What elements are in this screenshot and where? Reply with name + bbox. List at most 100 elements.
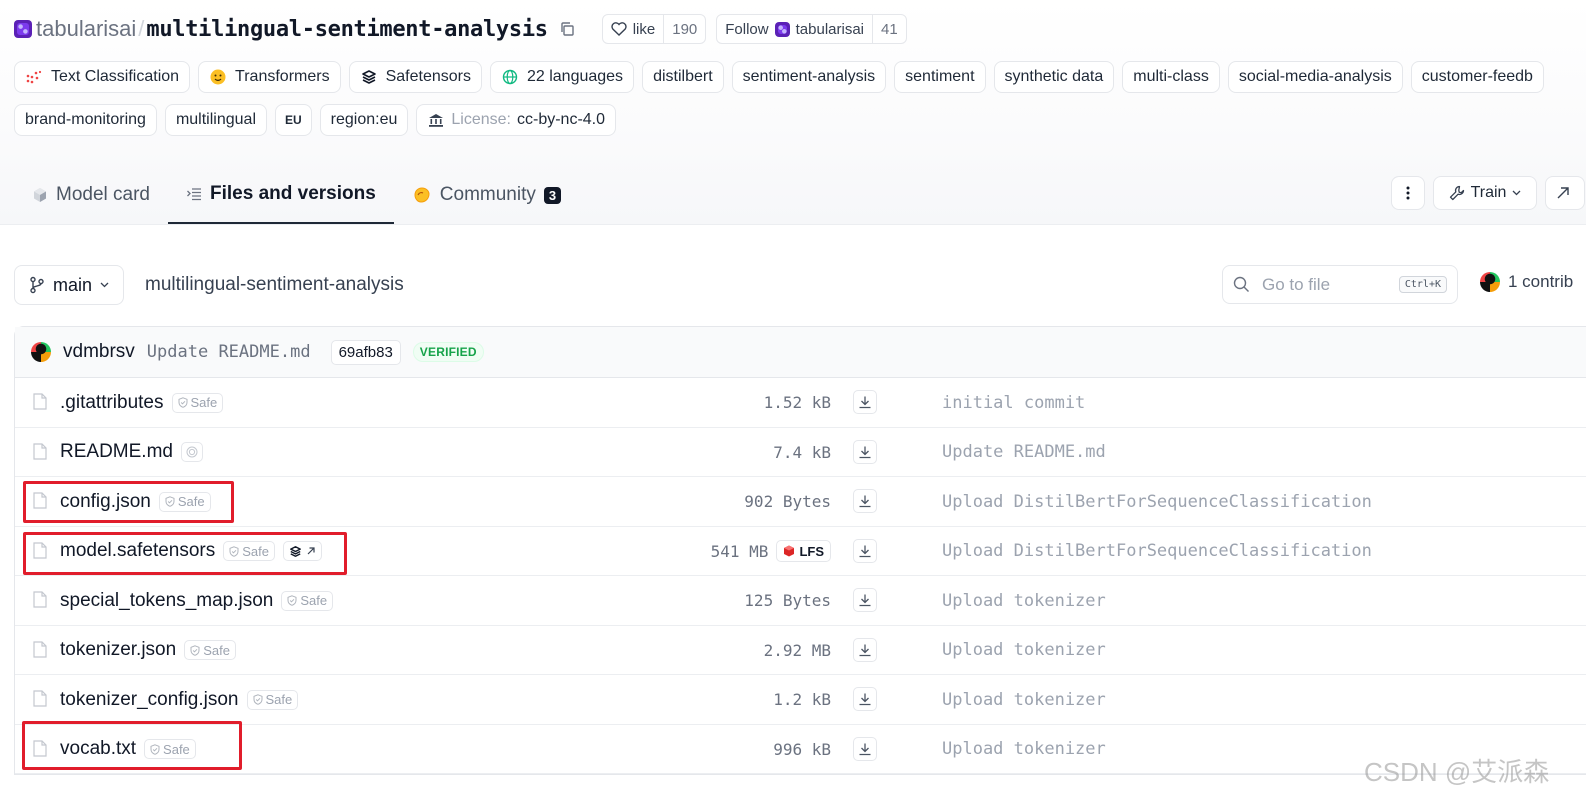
- tab-model-card[interactable]: Model card: [14, 166, 168, 224]
- commit-author-avatar[interactable]: [31, 342, 51, 362]
- file-icon: [33, 492, 47, 509]
- wrench-icon: [1449, 185, 1464, 201]
- chevron-down-icon: [1512, 190, 1521, 196]
- shield-check-icon: [150, 743, 160, 755]
- scan-pending-badge[interactable]: [180, 442, 203, 462]
- path-separator: /: [138, 16, 145, 41]
- file-name-link[interactable]: tokenizer_config.json: [60, 689, 239, 711]
- download-button[interactable]: [853, 736, 877, 761]
- file-commit-message[interactable]: Upload tokenizer: [942, 576, 1106, 625]
- download-button[interactable]: [853, 489, 877, 513]
- commit-sha[interactable]: 69afb83: [330, 339, 401, 365]
- org-name-link[interactable]: tabularisai: [36, 16, 136, 42]
- download-icon: [858, 742, 872, 756]
- file-size: 125 Bytes: [744, 591, 831, 610]
- tag-label: sentiment-analysis: [742, 68, 876, 85]
- safe-badge[interactable]: Safe: [158, 491, 211, 512]
- globe-icon: [501, 68, 519, 86]
- lfs-badge[interactable]: LFS: [776, 540, 831, 562]
- branch-selector[interactable]: main: [14, 265, 125, 305]
- safe-badge[interactable]: Safe: [144, 739, 196, 759]
- file-row: README.md 7.4 kB Update README.md: [15, 428, 1586, 477]
- download-button[interactable]: [853, 390, 877, 414]
- safe-label: Safe: [177, 494, 205, 509]
- file-commit-message[interactable]: Upload DistilBertForSequenceClassificati…: [942, 477, 1372, 526]
- commit-message[interactable]: Update README.md: [147, 342, 311, 362]
- file-commit-message[interactable]: Upload tokenizer: [942, 675, 1106, 724]
- tag-label: multi-class: [1133, 68, 1209, 85]
- file-name-link[interactable]: config.json: [60, 491, 151, 513]
- file-name-link[interactable]: vocab.txt: [60, 738, 136, 760]
- download-icon: [858, 643, 872, 657]
- safe-label: Safe: [190, 395, 218, 410]
- safe-badge[interactable]: Safe: [223, 541, 275, 561]
- tab-label: Files and versions: [210, 183, 376, 204]
- radar-icon: [186, 446, 198, 458]
- tag-label: social-media-analysis: [1238, 68, 1392, 85]
- tag-sentiment[interactable]: sentiment: [894, 61, 986, 93]
- file-row: tokenizer_config.json Safe 1.2 kB Upload to…: [15, 675, 1586, 725]
- file-commit-message[interactable]: Update README.md: [942, 428, 1106, 477]
- tag-multilingual[interactable]: multilingual: [164, 104, 267, 136]
- file-name-link[interactable]: tokenizer.json: [60, 639, 176, 661]
- tab-files-and-versions[interactable]: Files and versions: [168, 166, 394, 224]
- safe-badge[interactable]: Safe: [184, 640, 236, 660]
- tag-languages[interactable]: 22 languages: [489, 61, 635, 93]
- repo-tabs: Model card Files and versions Community …: [14, 166, 579, 224]
- file-size: 541 MB: [710, 541, 769, 561]
- contributors-link[interactable]: 1 contrib: [1480, 272, 1573, 292]
- tag-label: Text Classification: [51, 68, 180, 85]
- tag-label: region:eu: [330, 111, 398, 128]
- org-avatar[interactable]: [14, 20, 32, 38]
- download-button[interactable]: [853, 637, 877, 662]
- file-row: model.safetensors Safe 541 MB LFS Upload Dis…: [15, 527, 1586, 576]
- file-name-link[interactable]: special_tokens_map.json: [60, 590, 273, 612]
- tag-region-eu[interactable]: region:eu: [319, 104, 409, 136]
- more-options-button[interactable]: [1391, 176, 1425, 210]
- tag-safetensors[interactable]: Safetensors: [348, 61, 482, 93]
- file-row: .gitattributes Safe 1.52 kB initial commit: [15, 378, 1586, 428]
- file-size: 1.52 kB: [763, 393, 831, 412]
- deploy-button[interactable]: [1545, 176, 1585, 210]
- contributor-avatar: [1480, 272, 1500, 292]
- train-button[interactable]: Train: [1433, 176, 1537, 210]
- file-name-link[interactable]: model.safetensors: [60, 540, 215, 562]
- tag-eu[interactable]: EU: [275, 104, 312, 136]
- chevron-down-icon: [100, 282, 109, 288]
- download-button[interactable]: [853, 588, 877, 612]
- tag-transformers[interactable]: Transformers: [198, 61, 341, 93]
- copy-icon[interactable]: [558, 20, 576, 38]
- tag-license[interactable]: License: cc-by-nc-4.0: [416, 104, 617, 136]
- file-commit-message[interactable]: Upload tokenizer: [942, 626, 1106, 675]
- safe-badge[interactable]: Safe: [281, 590, 334, 611]
- go-to-file-search[interactable]: Ctrl+K: [1222, 265, 1458, 304]
- tag-synthetic-data[interactable]: synthetic data: [993, 61, 1115, 93]
- tag-text-classification[interactable]: Text Classification: [14, 61, 191, 93]
- tab-community[interactable]: Community 3: [394, 166, 579, 224]
- like-button[interactable]: like 190: [601, 14, 707, 44]
- tag-distilbert[interactable]: distilbert: [642, 61, 724, 93]
- tag-customer-feedback[interactable]: customer-feedb: [1410, 61, 1544, 93]
- file-name-link[interactable]: README.md: [60, 441, 173, 463]
- download-button[interactable]: [853, 538, 877, 563]
- commit-author[interactable]: vdmbrsv: [63, 341, 135, 363]
- follow-button[interactable]: Follow tabularisai 41: [716, 14, 907, 44]
- tag-multi-class[interactable]: multi-class: [1122, 61, 1220, 93]
- download-button[interactable]: [853, 439, 877, 464]
- safetensors-viewer-button[interactable]: [283, 541, 322, 561]
- tag-brand-monitoring[interactable]: brand-monitoring: [14, 104, 157, 136]
- license-prefix: License:: [451, 111, 511, 128]
- file-commit-message[interactable]: Upload DistilBertForSequenceClassificati…: [942, 527, 1372, 576]
- tag-social-media-analysis[interactable]: social-media-analysis: [1227, 61, 1403, 93]
- go-to-file-input[interactable]: [1260, 273, 1384, 296]
- safe-badge[interactable]: Safe: [171, 392, 224, 413]
- file-commit-message[interactable]: Upload tokenizer: [942, 725, 1106, 774]
- safe-badge[interactable]: Safe: [246, 689, 299, 710]
- download-button[interactable]: [853, 687, 877, 711]
- file-commit-message[interactable]: initial commit: [942, 378, 1085, 427]
- tag-sentiment-analysis[interactable]: sentiment-analysis: [731, 61, 887, 93]
- lfs-cube-icon: [784, 545, 795, 557]
- repo-name[interactable]: multilingual-sentiment-analysis: [146, 17, 548, 42]
- file-name-link[interactable]: .gitattributes: [60, 392, 164, 414]
- tag-label: EU: [285, 113, 302, 127]
